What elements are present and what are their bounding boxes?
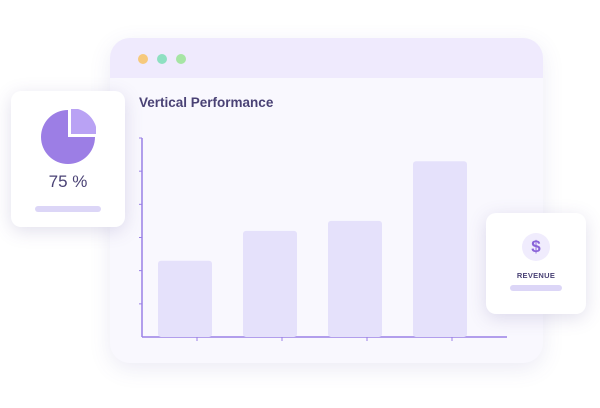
bar-3 <box>328 220 382 337</box>
pie-placeholder-bar <box>35 206 101 212</box>
pie-chart-card: 75 % <box>11 91 125 227</box>
revenue-label: REVENUE <box>516 271 556 280</box>
bar-2 <box>243 230 297 337</box>
dollar-sign-icon: $ <box>522 233 550 261</box>
bar-chart <box>139 137 507 341</box>
pie-chart-icon <box>41 109 96 164</box>
bar-4 <box>413 161 467 337</box>
revenue-card: $ REVENUE <box>486 213 586 314</box>
bar-1 <box>158 260 212 337</box>
browser-window: Vertical Performance <box>110 38 543 363</box>
pie-percentage-value: 75 % <box>48 172 88 191</box>
pie-exploded-slice <box>71 109 96 134</box>
revenue-placeholder-bar <box>510 285 562 291</box>
